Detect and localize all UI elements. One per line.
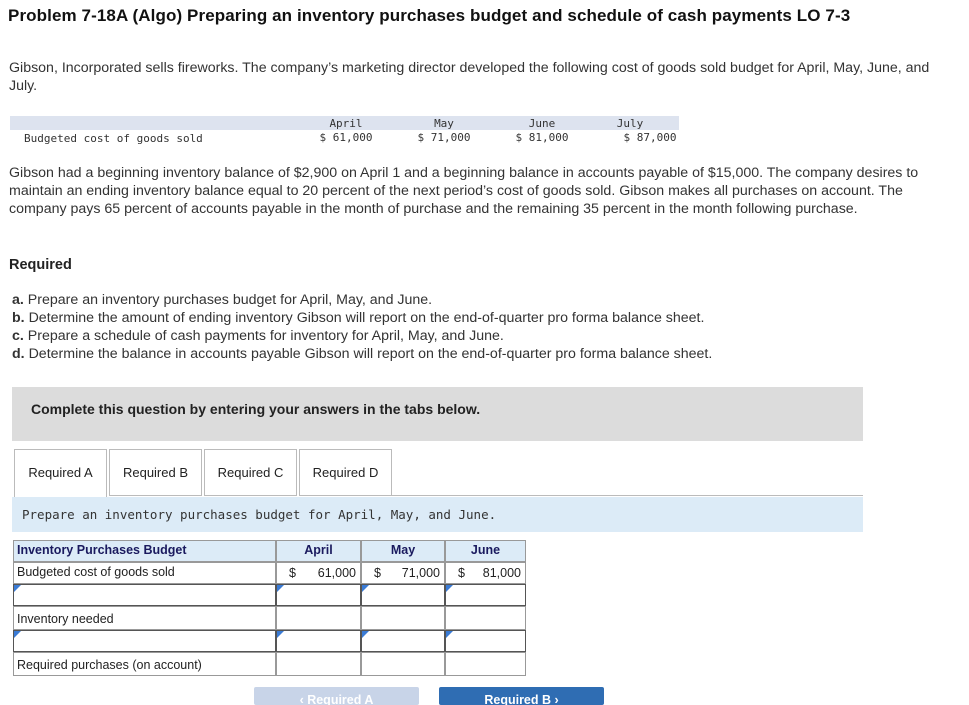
budget-cogs-june: $81,000 — [445, 562, 526, 584]
budget-required-purchases-may[interactable] — [361, 652, 445, 676]
budget-input2-june[interactable] — [445, 630, 526, 652]
budget-required-purchases-april[interactable] — [276, 652, 361, 676]
cogs-table: Budgeted cost of goods sold April May Ju… — [10, 116, 679, 148]
cogs-row-label: Budgeted cost of goods sold — [24, 132, 203, 145]
cogs-month-april: April — [329, 117, 363, 130]
tab-instruction: Prepare an inventory purchases budget fo… — [12, 497, 863, 532]
requirement-item: c. Prepare a schedule of cash payments f… — [12, 328, 504, 344]
intro-paragraph: Gibson, Incorporated sells fireworks. Th… — [9, 60, 930, 94]
requirement-item: d. Determine the balance in accounts pay… — [12, 346, 713, 362]
budget-line-label-input[interactable] — [13, 584, 276, 606]
budget-header: Inventory Purchases Budget — [13, 540, 276, 562]
budget-line-label-input-2[interactable] — [13, 630, 276, 652]
budget-input2-may[interactable] — [361, 630, 445, 652]
complete-prompt: Complete this question by entering your … — [31, 401, 481, 417]
instruction-text: Prepare an inventory purchases budget fo… — [22, 507, 497, 522]
budget-inventory-needed-may[interactable] — [361, 606, 445, 630]
page-title: Problem 7-18A (Algo) Preparing an invent… — [8, 6, 851, 25]
requirement-item: b. Determine the amount of ending invent… — [12, 310, 705, 326]
budget-cogs-may: $71,000 — [361, 562, 445, 584]
details-paragraph: Gibson had a beginning inventory balance… — [9, 165, 919, 217]
cogs-value-may: $ 71,000 — [417, 131, 471, 144]
budget-col-june: June — [445, 540, 526, 562]
cogs-month-june: June — [528, 117, 556, 130]
prev-tab-button[interactable]: ‹ Required A — [254, 687, 419, 705]
budget-input-june[interactable] — [445, 584, 526, 606]
budget-row-required-purchases: Required purchases (on account) — [13, 652, 276, 676]
next-tab-button[interactable]: Required B › — [439, 687, 604, 705]
budget-cogs-april: $61,000 — [276, 562, 361, 584]
budget-input2-april[interactable] — [276, 630, 361, 652]
tab-divider — [392, 495, 863, 496]
cogs-value-july: $ 87,000 — [623, 131, 677, 144]
requirements-list: a. Prepare an inventory purchases budget… — [12, 291, 712, 363]
tab-required-c[interactable]: Required C — [204, 449, 297, 496]
budget-row-cogs-label: Budgeted cost of goods sold — [13, 562, 276, 584]
budget-input-may[interactable] — [361, 584, 445, 606]
budget-input-april[interactable] — [276, 584, 361, 606]
cogs-month-may: May — [434, 117, 454, 130]
budget-col-april: April — [276, 540, 361, 562]
requirement-item: a. Prepare an inventory purchases budget… — [12, 292, 433, 308]
required-heading: Required — [9, 257, 72, 273]
budget-inventory-needed-june[interactable] — [445, 606, 526, 630]
budget-col-may: May — [361, 540, 445, 562]
cogs-month-july: July — [616, 117, 644, 130]
budget-inventory-needed-april[interactable] — [276, 606, 361, 630]
cogs-value-april: $ 61,000 — [319, 131, 373, 144]
budget-required-purchases-june[interactable] — [445, 652, 526, 676]
instructions-box: Complete this question by entering your … — [12, 387, 863, 441]
tab-required-a[interactable]: Required A — [14, 449, 107, 497]
tab-required-b[interactable]: Required B — [109, 449, 202, 496]
cogs-value-june: $ 81,000 — [515, 131, 569, 144]
budget-row-inventory-needed: Inventory needed — [13, 606, 276, 630]
tab-required-d[interactable]: Required D — [299, 449, 392, 496]
